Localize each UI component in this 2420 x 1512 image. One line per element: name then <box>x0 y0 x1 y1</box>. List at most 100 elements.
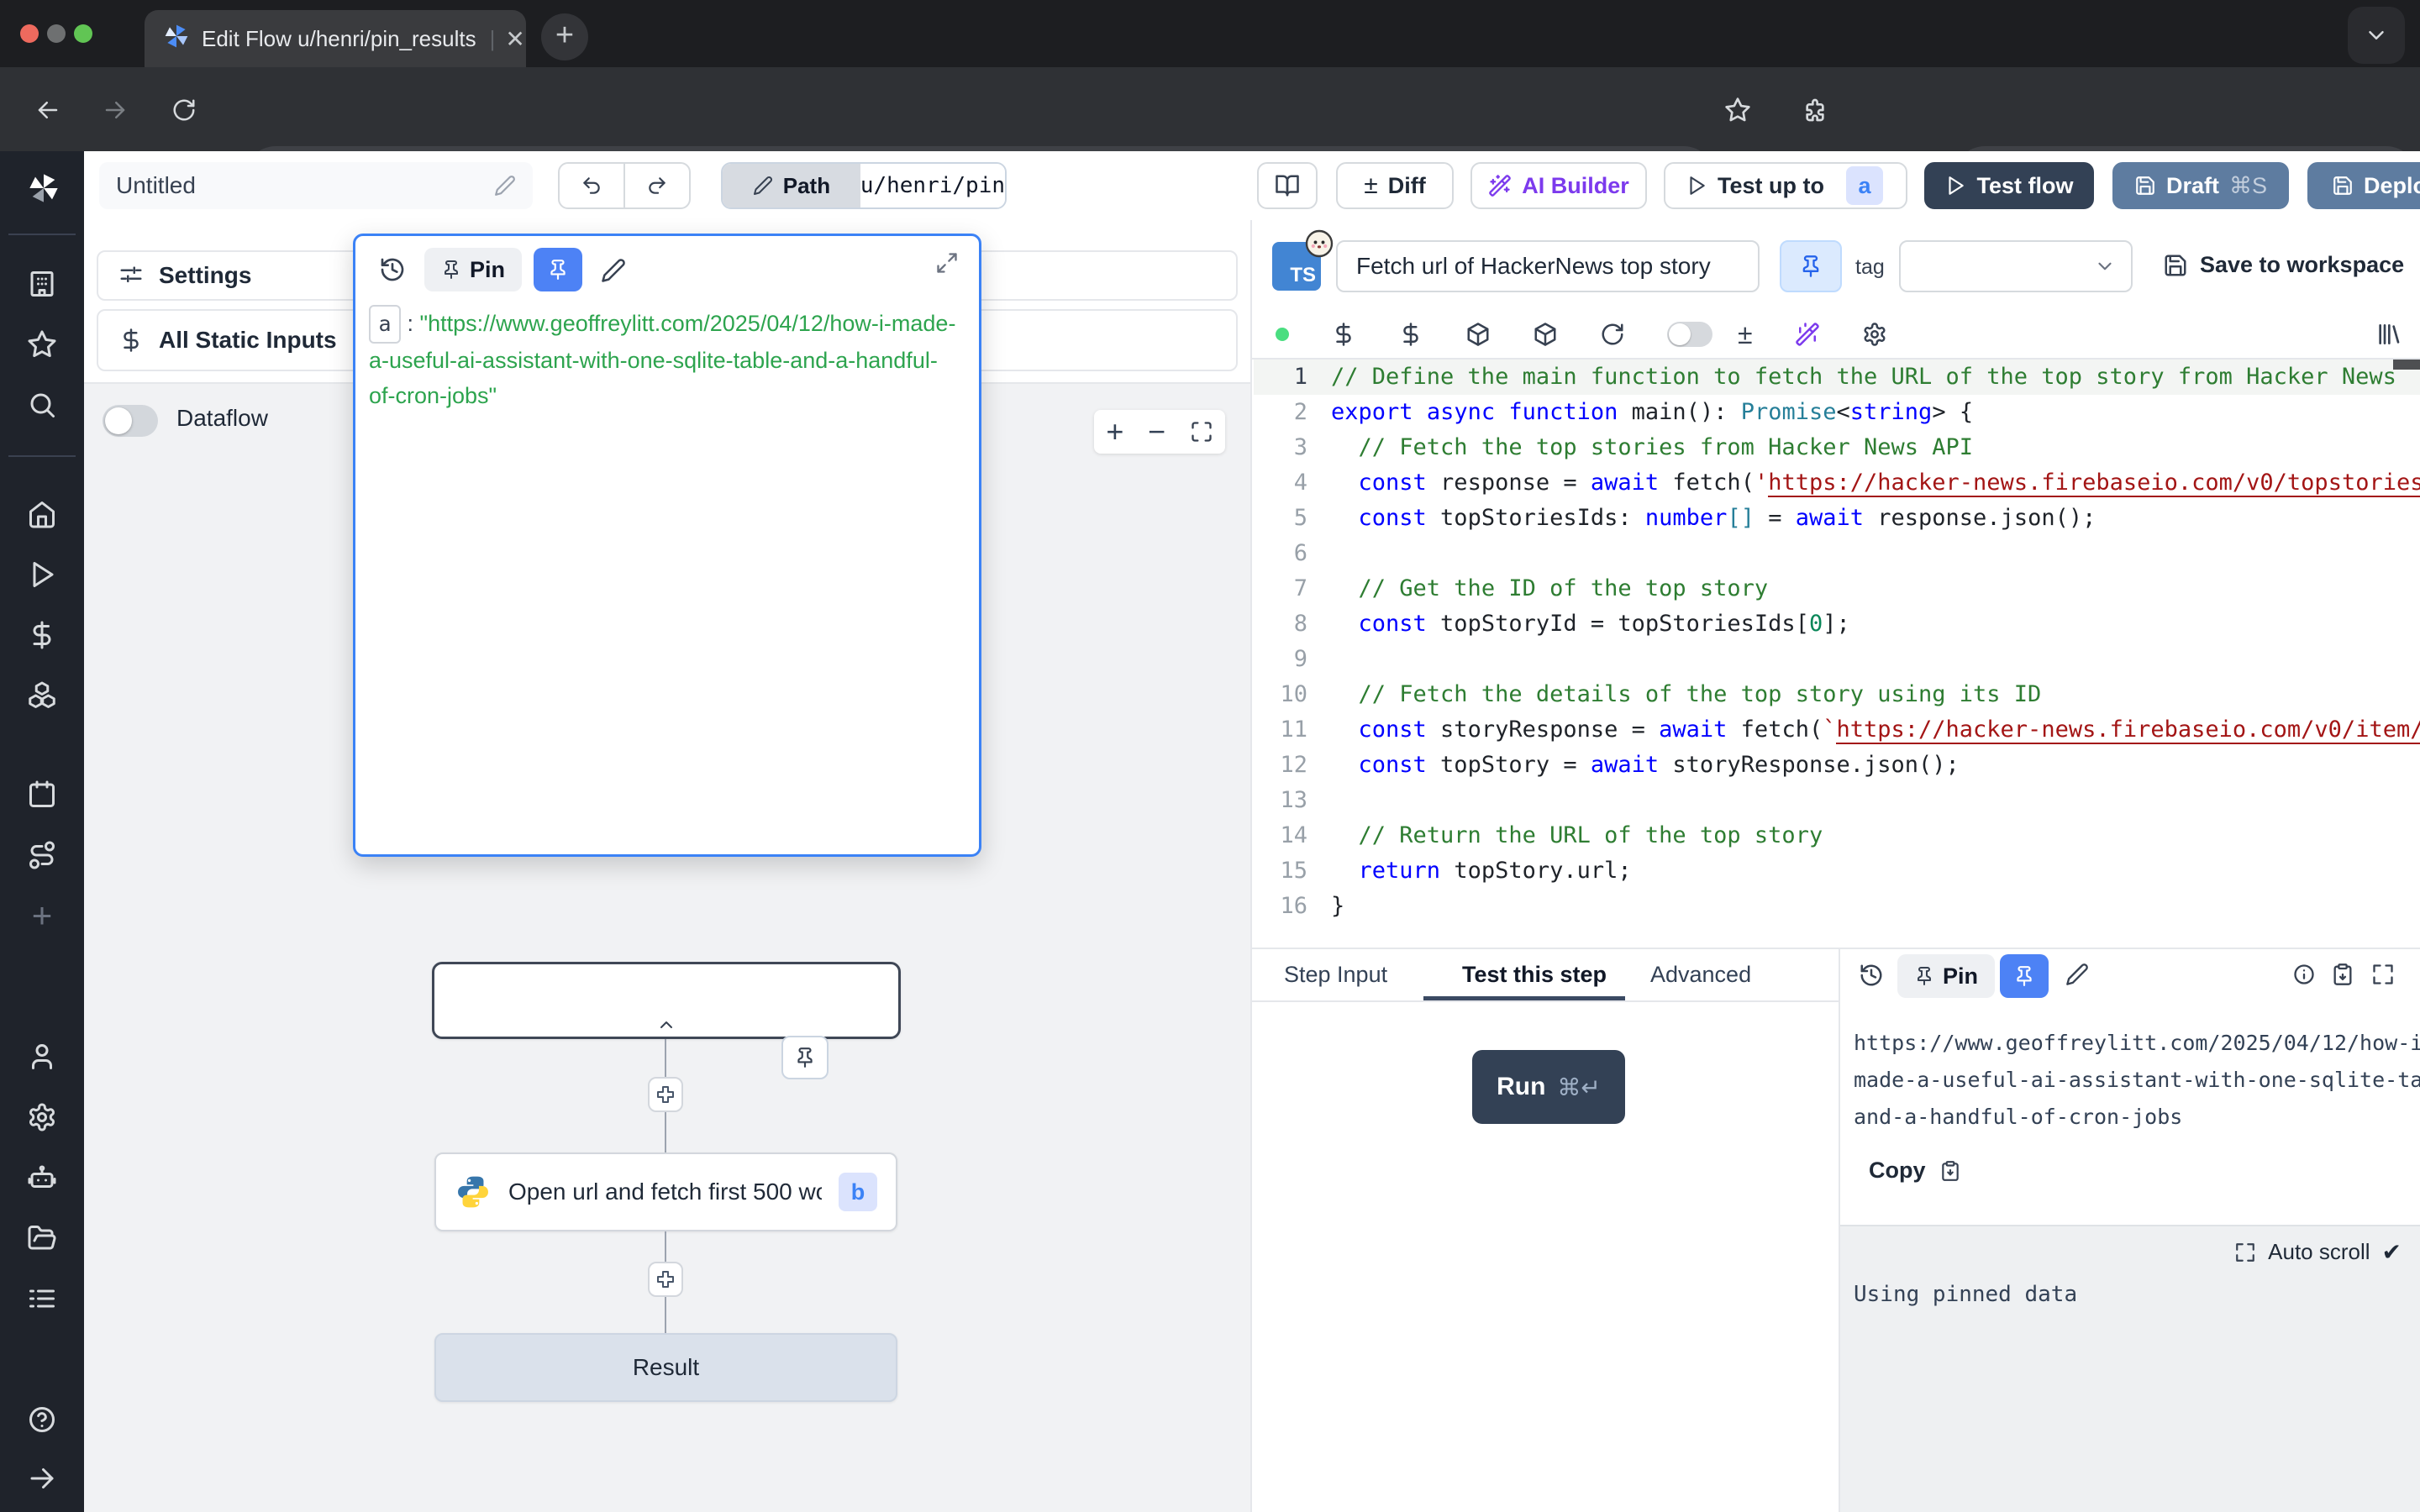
flow-step-node-b[interactable]: Open url and fetch first 500 words of ..… <box>434 1152 897 1231</box>
result-pin-button[interactable]: Pin <box>1897 954 1995 998</box>
minimize-window-button[interactable] <box>47 24 66 43</box>
fullscreen-icon[interactable] <box>2371 963 2395 986</box>
bookmark-star-icon[interactable] <box>1724 97 1751 123</box>
code-line[interactable]: 5 const topStoriesIds: number[] = await … <box>1254 501 2420 536</box>
copy-button[interactable]: Copy <box>1869 1158 1961 1184</box>
user-icon[interactable] <box>27 1042 57 1072</box>
code-line[interactable]: 4 const response = await fetch('https://… <box>1254 465 2420 501</box>
test-up-to-button[interactable]: Test up to a <box>1664 162 1907 209</box>
variable-dollar-icon[interactable] <box>1331 322 1356 347</box>
draft-button[interactable]: Draft ⌘S <box>2112 162 2289 209</box>
maximize-window-button[interactable] <box>74 24 92 43</box>
history-icon[interactable] <box>1859 963 1884 988</box>
add-step-button[interactable] <box>648 1077 683 1112</box>
info-icon[interactable] <box>2292 963 2316 986</box>
code-line[interactable]: 7 // Get the ID of the top story <box>1254 571 2420 606</box>
dataflow-toggle[interactable] <box>103 405 158 437</box>
variables-dollar-icon[interactable] <box>27 620 57 650</box>
diff-button[interactable]: ± Diff <box>1336 162 1454 209</box>
schedules-calendar-icon[interactable] <box>27 780 57 810</box>
test-up-to-step-badge[interactable]: a <box>1846 166 1883 205</box>
back-icon[interactable] <box>35 97 60 123</box>
tab-advanced[interactable]: Advanced <box>1650 949 1751 1000</box>
ai-wand-icon[interactable] <box>1795 322 1820 347</box>
result-value[interactable]: https://www.geoffreylitt.com/2025/04/12/… <box>1854 1025 2420 1136</box>
flow-step-node-a[interactable] <box>432 962 901 1039</box>
zoom-out-icon[interactable]: − <box>1148 414 1165 449</box>
code-line[interactable]: 12 const topStory = await storyResponse.… <box>1254 748 2420 783</box>
runs-play-icon[interactable] <box>27 559 57 590</box>
code-line[interactable]: 8 const topStoryId = topStoriesIds[0]; <box>1254 606 2420 642</box>
edit-pencil-icon[interactable] <box>2065 963 2089 986</box>
code-line[interactable]: 3 // Fetch the top stories from Hacker N… <box>1254 430 2420 465</box>
tab-close-icon[interactable]: ✕ <box>505 25 524 53</box>
extensions-puzzle-icon[interactable] <box>1802 97 1828 123</box>
windmill-logo-icon[interactable] <box>27 171 57 202</box>
test-flow-button[interactable]: Test flow <box>1924 162 2094 209</box>
reload-icon[interactable] <box>1600 322 1625 347</box>
new-tab-button[interactable]: + <box>541 13 588 60</box>
collapse-arrow-icon[interactable] <box>27 1463 57 1494</box>
result-pin-active-button[interactable] <box>2000 954 2049 998</box>
code-line[interactable]: 13 <box>1254 783 2420 818</box>
code-line[interactable]: 6 <box>1254 536 2420 571</box>
code-line[interactable]: 1// Define the main function to fetch th… <box>1254 360 2420 395</box>
add-plus-icon[interactable]: + <box>27 900 57 931</box>
code-line[interactable]: 11 const storyResponse = await fetch(`ht… <box>1254 712 2420 748</box>
ai-robot-icon[interactable] <box>27 1163 57 1193</box>
resources-cubes-icon[interactable] <box>27 680 57 711</box>
package-icon[interactable] <box>1533 322 1558 347</box>
code-line[interactable]: 14 // Return the URL of the top story <box>1254 818 2420 853</box>
favorites-star-icon[interactable] <box>27 329 57 360</box>
flows-route-icon[interactable] <box>27 840 57 870</box>
zoom-in-icon[interactable]: + <box>1106 414 1123 449</box>
node-pin-badge[interactable] <box>781 1036 829 1079</box>
code-editor[interactable]: 1// Define the main function to fetch th… <box>1254 360 2420 948</box>
history-icon[interactable] <box>379 256 406 283</box>
tab-step-input[interactable]: Step Input <box>1284 949 1387 1000</box>
step-name-input[interactable]: Fetch url of HackerNews top story <box>1336 240 1760 292</box>
flow-result-node[interactable]: Result <box>434 1333 897 1402</box>
code-line[interactable]: 2export async function main(): Promise<s… <box>1254 395 2420 430</box>
tag-select[interactable] <box>1899 240 2133 292</box>
folders-icon[interactable] <box>27 1223 57 1253</box>
undo-button[interactable] <box>560 164 625 207</box>
deploy-button[interactable]: Deploy <box>2307 162 2420 209</box>
diff-icon[interactable]: ± <box>1738 319 1753 350</box>
pinned-value[interactable]: a : "https://www.geoffreylitt.com/2025/0… <box>369 305 957 414</box>
edit-pencil-icon[interactable] <box>601 258 626 283</box>
flow-name-input[interactable]: Untitled <box>99 162 533 209</box>
tab-search-button[interactable] <box>2348 7 2405 64</box>
package-icon[interactable] <box>1465 322 1491 347</box>
clipboard-icon[interactable] <box>2331 963 2354 986</box>
audit-list-icon[interactable] <box>27 1284 57 1314</box>
code-line[interactable]: 9 <box>1254 642 2420 677</box>
editor-scrollbar-thumb[interactable] <box>2393 360 2420 370</box>
code-line[interactable]: 15 return topStory.url; <box>1254 853 2420 889</box>
save-to-workspace-button[interactable]: Save to workspace <box>2163 252 2404 278</box>
code-line[interactable]: 16} <box>1254 889 2420 924</box>
resource-dollar-icon[interactable] <box>1398 322 1423 347</box>
browser-tab[interactable]: Edit Flow u/henri/pin_results | ✕ <box>145 10 526 67</box>
expand-icon[interactable] <box>935 251 959 275</box>
collapse-chevron-up-icon[interactable] <box>655 1015 678 1035</box>
library-icon[interactable] <box>2375 321 2402 348</box>
workspace-building-icon[interactable] <box>27 269 57 299</box>
editor-settings-gear-icon[interactable] <box>1862 322 1887 347</box>
pin-button[interactable]: Pin <box>424 248 522 291</box>
home-icon[interactable] <box>27 499 57 529</box>
help-icon[interactable] <box>27 1404 57 1435</box>
reload-icon[interactable] <box>171 97 197 123</box>
auto-scroll-control[interactable]: Auto scroll ✔ <box>2234 1238 2402 1266</box>
run-button[interactable]: Run ⌘↵ <box>1472 1050 1625 1124</box>
fit-view-icon[interactable] <box>1190 420 1213 444</box>
add-step-button[interactable] <box>648 1262 683 1297</box>
editor-toggle[interactable] <box>1667 322 1712 347</box>
settings-gear-icon[interactable] <box>27 1102 57 1132</box>
tab-test-this-step[interactable]: Test this step <box>1462 949 1607 1000</box>
close-window-button[interactable] <box>20 24 39 43</box>
step-pin-active-button[interactable] <box>1780 240 1842 292</box>
ai-builder-button[interactable]: AI Builder <box>1470 162 1647 209</box>
redo-button[interactable] <box>625 164 689 207</box>
path-widget[interactable]: Path u/henri/pin <box>721 162 1007 209</box>
